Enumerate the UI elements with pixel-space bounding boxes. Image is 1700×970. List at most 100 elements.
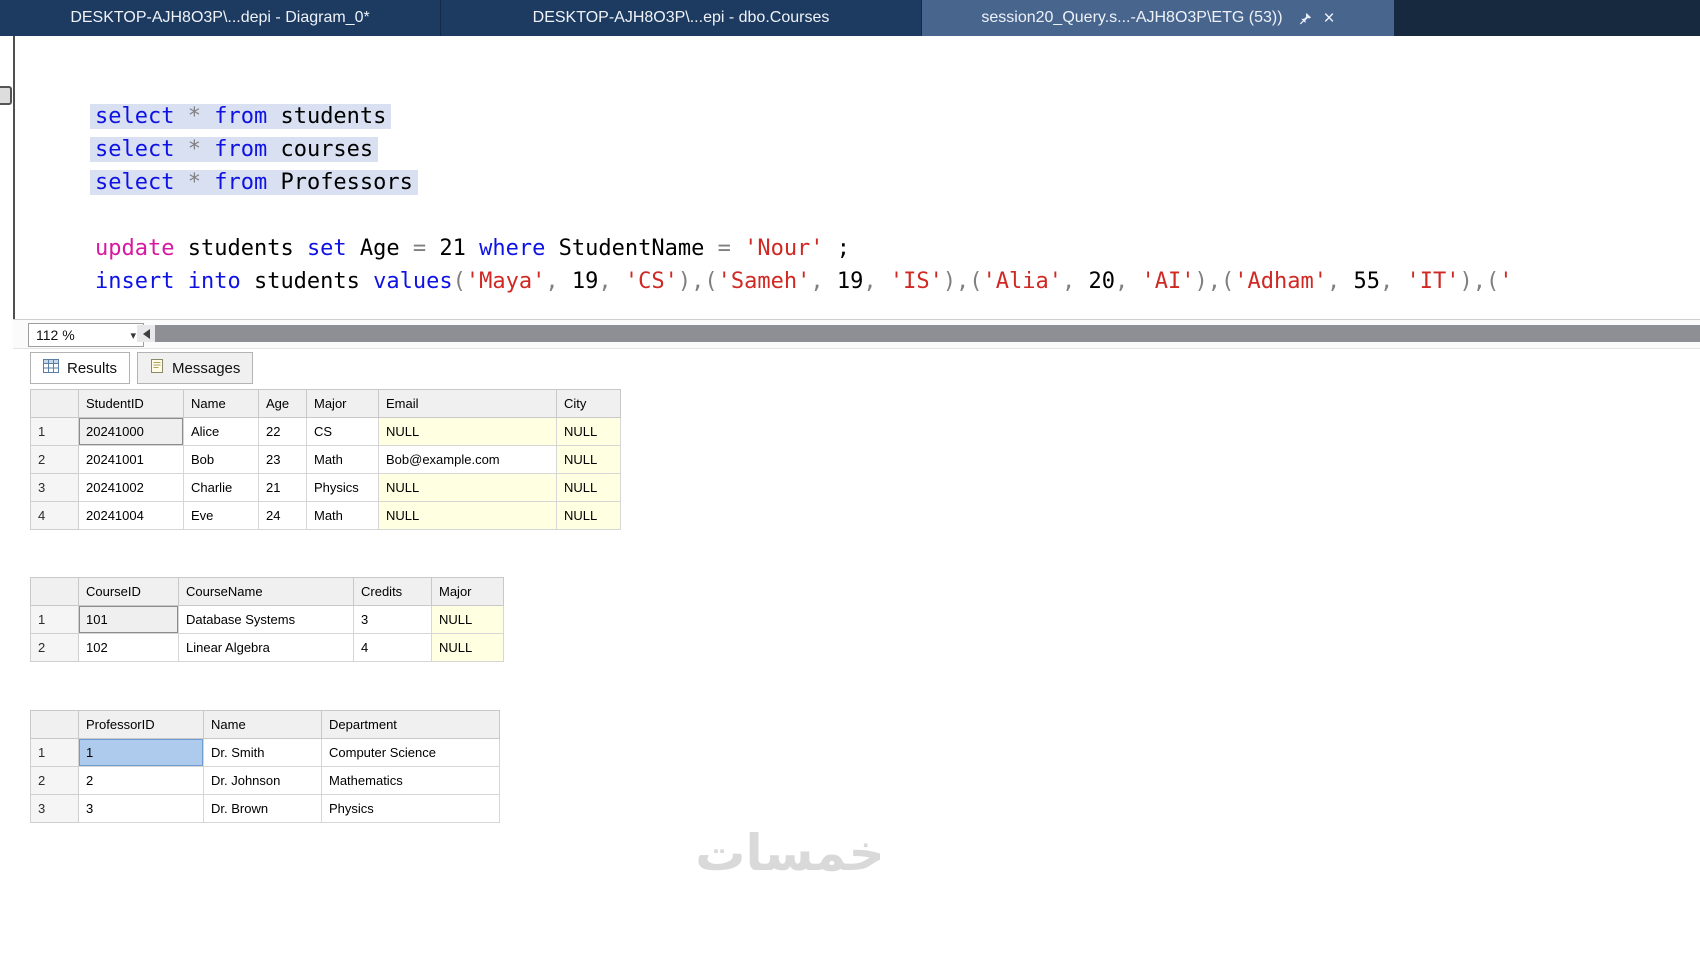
grid-cell[interactable]: NULL: [556, 445, 621, 474]
grid-cell[interactable]: 21: [258, 473, 307, 502]
grid-cell[interactable]: NULL: [378, 473, 557, 502]
code-line: select * from Professors: [90, 166, 1512, 199]
grid-cell[interactable]: NULL: [556, 417, 621, 446]
tab-results[interactable]: Results: [30, 352, 131, 384]
grid-cell[interactable]: Physics: [306, 473, 379, 502]
grid-cell[interactable]: Bob@example.com: [378, 445, 557, 474]
grid-cell[interactable]: Charlie: [183, 473, 259, 502]
margin-marker-icon: [0, 86, 12, 105]
grid-cell[interactable]: 20241002: [78, 473, 184, 502]
row-header[interactable]: 4: [30, 501, 79, 530]
row-header[interactable]: 3: [30, 473, 79, 502]
row-header[interactable]: 1: [30, 605, 79, 634]
results-grid-students: StudentID Name Age Major Email City 1 20241000 A…: [30, 389, 621, 530]
grid-row: 2 20241001 Bob 23 Math Bob@example.com NULL: [30, 445, 621, 474]
column-header-department[interactable]: Department: [321, 710, 500, 739]
grid-row: 1 101 Database Systems 3 NULL: [30, 605, 504, 634]
column-header-age[interactable]: Age: [258, 389, 307, 418]
grid-cell[interactable]: NULL: [431, 633, 504, 662]
grid-cell[interactable]: Dr. Johnson: [203, 766, 322, 795]
close-icon[interactable]: ×: [1324, 9, 1335, 28]
results-grid-container-students: StudentID Name Age Major Email City 1 20241000 A…: [30, 389, 621, 530]
code-line: select * from courses: [90, 133, 1512, 166]
grid-cell[interactable]: Linear Algebra: [178, 633, 354, 662]
results-grid-icon: [43, 359, 59, 377]
column-header-major[interactable]: Major: [306, 389, 379, 418]
grid-cell[interactable]: NULL: [378, 417, 557, 446]
grid-cell[interactable]: Dr. Smith: [203, 738, 322, 767]
column-header-coursename[interactable]: CourseName: [178, 577, 354, 606]
grid-cell[interactable]: Database Systems: [178, 605, 354, 634]
column-header-name[interactable]: Name: [203, 710, 322, 739]
zoom-level-select[interactable]: 112 % ▾: [28, 323, 144, 347]
grid-cell[interactable]: 102: [78, 633, 179, 662]
tab-query-session20[interactable]: session20_Query.s...-AJH8O3P\ETG (53)) ×: [922, 0, 1395, 36]
tab-diagram[interactable]: DESKTOP-AJH8O3P\...depi - Diagram_0*: [0, 0, 441, 36]
grid-row: 1 1 Dr. Smith Computer Science: [30, 738, 500, 767]
grid-corner[interactable]: [30, 710, 79, 739]
grid-cell[interactable]: NULL: [431, 605, 504, 634]
column-header-email[interactable]: Email: [378, 389, 557, 418]
grid-cell[interactable]: 101: [78, 605, 179, 634]
document-tab-bar: DESKTOP-AJH8O3P\...depi - Diagram_0* DES…: [0, 0, 1700, 36]
results-grid-container-professors: ProfessorID Name Department 1 1 Dr. Smith Comp…: [30, 710, 500, 823]
grid-cell[interactable]: Math: [306, 445, 379, 474]
results-tab-strip: Results Messages: [30, 352, 254, 384]
grid-cell[interactable]: Mathematics: [321, 766, 500, 795]
grid-cell[interactable]: Alice: [183, 417, 259, 446]
scroll-left-arrow[interactable]: [137, 325, 155, 342]
grid-cell[interactable]: Computer Science: [321, 738, 500, 767]
grid-cell[interactable]: 3: [78, 794, 204, 823]
grid-cell[interactable]: 1: [78, 738, 204, 767]
grid-cell[interactable]: NULL: [556, 473, 621, 502]
grid-corner[interactable]: [30, 577, 79, 606]
grid-cell[interactable]: 24: [258, 501, 307, 530]
column-header-credits[interactable]: Credits: [353, 577, 432, 606]
column-header-major[interactable]: Major: [431, 577, 504, 606]
grid-cell[interactable]: 20241001: [78, 445, 184, 474]
grid-cell[interactable]: NULL: [378, 501, 557, 530]
row-header[interactable]: 1: [30, 417, 79, 446]
row-header[interactable]: 3: [30, 794, 79, 823]
editor-status-row: 112 % ▾: [13, 319, 1700, 349]
grid-cell[interactable]: CS: [306, 417, 379, 446]
grid-row: 1 20241000 Alice 22 CS NULL NULL: [30, 417, 621, 446]
grid-cell[interactable]: 3: [353, 605, 432, 634]
scrollbar-thumb[interactable]: [155, 325, 1700, 342]
row-header[interactable]: 2: [30, 633, 79, 662]
grid-cell[interactable]: 4: [353, 633, 432, 662]
messages-icon: [150, 359, 164, 377]
grid-cell[interactable]: 20241004: [78, 501, 184, 530]
column-header-studentid[interactable]: StudentID: [78, 389, 184, 418]
query-editor[interactable]: select * from students select * from cour…: [13, 36, 1700, 319]
grid-cell[interactable]: NULL: [556, 501, 621, 530]
pin-icon[interactable]: [1299, 12, 1312, 25]
grid-cell[interactable]: Dr. Brown: [203, 794, 322, 823]
code-line: update students set Age = 21 where Stude…: [95, 236, 851, 261]
column-header-professorid[interactable]: ProfessorID: [78, 710, 204, 739]
column-header-name[interactable]: Name: [183, 389, 259, 418]
chevron-down-icon: ▾: [130, 329, 136, 342]
tab-label: DESKTOP-AJH8O3P\...epi - dbo.Courses: [532, 9, 830, 26]
grid-cell[interactable]: 22: [258, 417, 307, 446]
tab-messages[interactable]: Messages: [137, 352, 254, 384]
tab-label: DESKTOP-AJH8O3P\...depi - Diagram_0*: [70, 9, 370, 26]
grid-cell[interactable]: Eve: [183, 501, 259, 530]
grid-cell[interactable]: 20241000: [78, 417, 184, 446]
horizontal-scrollbar[interactable]: [137, 325, 1700, 342]
row-header[interactable]: 2: [30, 766, 79, 795]
grid-cell[interactable]: Physics: [321, 794, 500, 823]
grid-cell[interactable]: Bob: [183, 445, 259, 474]
row-header[interactable]: 2: [30, 445, 79, 474]
grid-cell[interactable]: Math: [306, 501, 379, 530]
grid-row: 3 3 Dr. Brown Physics: [30, 794, 500, 823]
results-tab-label: Results: [67, 359, 118, 377]
column-header-city[interactable]: City: [556, 389, 621, 418]
column-header-courseid[interactable]: CourseID: [78, 577, 179, 606]
tab-dbo-courses[interactable]: DESKTOP-AJH8O3P\...epi - dbo.Courses: [441, 0, 922, 36]
grid-cell[interactable]: 2: [78, 766, 204, 795]
grid-corner[interactable]: [30, 389, 79, 418]
grid-cell[interactable]: 23: [258, 445, 307, 474]
row-header[interactable]: 1: [30, 738, 79, 767]
grid-row: 2 102 Linear Algebra 4 NULL: [30, 633, 504, 662]
